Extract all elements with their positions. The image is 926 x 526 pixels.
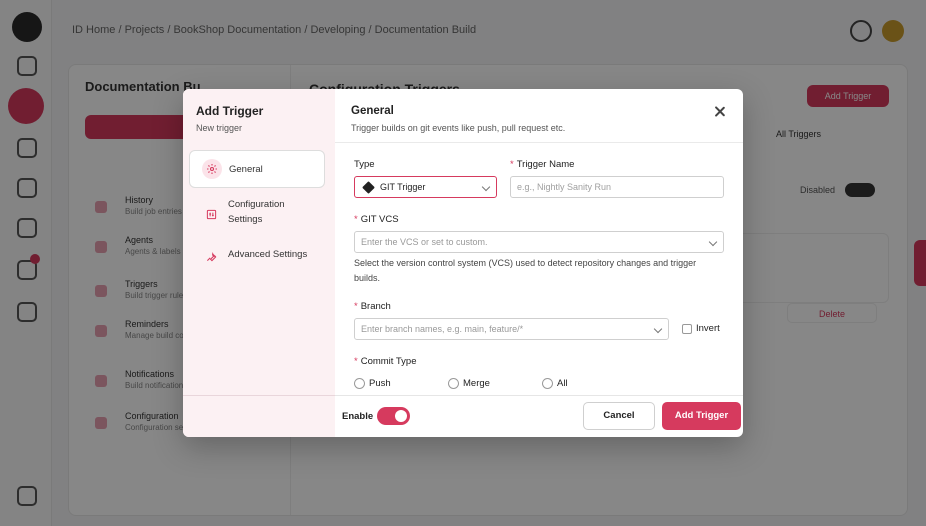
commit-type-label: * Commit Type — [354, 356, 417, 367]
footer-divider — [335, 395, 743, 396]
type-label-text: Type — [354, 159, 375, 170]
radio-label: Merge — [463, 378, 490, 389]
chevron-down-icon — [653, 324, 663, 334]
checkbox-box[interactable] — [682, 323, 692, 334]
toggle-knob — [395, 410, 407, 422]
trigger-name-input[interactable] — [510, 176, 724, 198]
sidebar-footer-divider — [183, 395, 335, 396]
nav-item-label: General — [229, 164, 263, 175]
git-vcs-placeholder: Enter the VCS or set to custom. — [361, 237, 488, 247]
enable-toggle[interactable] — [377, 407, 410, 425]
required-marker: * — [354, 356, 358, 367]
modal-header: General Trigger builds on git events lik… — [335, 89, 743, 143]
cancel-button[interactable]: Cancel — [583, 402, 655, 430]
trigger-name-label-text: Trigger Name — [516, 159, 575, 170]
modal-sidebar-header: Add Trigger New trigger — [183, 89, 335, 143]
nav-item-configuration-settings[interactable]: Configuration Settings — [189, 196, 325, 230]
modal-subtitle: New trigger — [196, 123, 243, 133]
enable-label: Enable — [342, 411, 374, 422]
type-select[interactable]: GIT Trigger — [354, 176, 497, 198]
git-icon — [362, 181, 375, 194]
nav-item-label: Configuration Settings — [228, 199, 285, 225]
branch-placeholder: Enter branch names, e.g. main, feature/* — [361, 324, 524, 334]
section-title: General — [351, 105, 394, 117]
required-marker: * — [354, 214, 358, 225]
close-icon[interactable] — [711, 103, 729, 121]
type-selected-value: GIT Trigger — [380, 182, 426, 192]
trigger-name-label: * Trigger Name — [510, 159, 574, 170]
git-vcs-label-text: GIT VCS — [360, 214, 399, 225]
modal-main: General Trigger builds on git events lik… — [335, 89, 743, 437]
radio-label: Push — [369, 378, 391, 389]
chevron-down-icon — [708, 237, 718, 247]
commit-type-merge-radio[interactable]: Merge — [448, 378, 490, 389]
nav-item-label: Advanced Settings — [228, 249, 308, 260]
gear-icon — [202, 159, 222, 179]
wrench-icon — [201, 246, 221, 266]
invert-checkbox[interactable]: Invert — [682, 323, 720, 334]
branch-select[interactable]: Enter branch names, e.g. main, feature/* — [354, 318, 669, 340]
nav-item-general[interactable]: General — [189, 150, 325, 188]
chevron-down-icon — [481, 182, 491, 192]
add-trigger-modal: Add Trigger New trigger General Configur… — [183, 89, 743, 437]
radio-label: All — [557, 378, 568, 389]
required-marker: * — [354, 301, 358, 312]
git-vcs-select[interactable]: Enter the VCS or set to custom. — [354, 231, 724, 253]
commit-type-all-radio[interactable]: All — [542, 378, 568, 389]
commit-type-label-text: Commit Type — [360, 356, 417, 367]
nav-item-advanced-settings[interactable]: Advanced Settings — [189, 246, 325, 266]
type-label: Type — [354, 159, 375, 170]
add-trigger-button[interactable]: Add Trigger — [662, 402, 741, 430]
git-vcs-label: * GIT VCS — [354, 214, 399, 225]
modal-title: Add Trigger — [196, 104, 264, 118]
branch-label-text: Branch — [360, 301, 391, 312]
git-vcs-help-text: Select the version control system (VCS) … — [354, 258, 697, 283]
radio-circle[interactable] — [354, 378, 365, 389]
commit-type-push-radio[interactable]: Push — [354, 378, 391, 389]
section-description: Trigger builds on git events like push, … — [351, 123, 566, 133]
branch-label: * Branch — [354, 301, 391, 312]
invert-label: Invert — [696, 323, 720, 334]
radio-circle[interactable] — [448, 378, 459, 389]
config-icon — [201, 204, 221, 224]
required-marker: * — [510, 159, 514, 170]
radio-circle[interactable] — [542, 378, 553, 389]
modal-sidebar: Add Trigger New trigger General Configur… — [183, 89, 335, 437]
